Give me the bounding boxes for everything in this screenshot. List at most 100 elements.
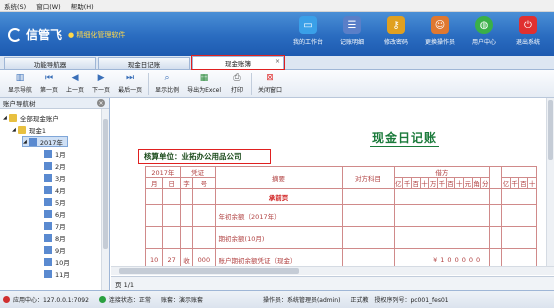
export-excel-button[interactable]: ▦ 导出为Excel — [183, 70, 225, 97]
tree-month-label: 7月 — [55, 222, 66, 231]
exit-system-button[interactable]: ⏻ 退出系统 — [506, 14, 550, 46]
tree-month-label: 10月 — [55, 258, 70, 267]
digit-header: 百 — [518, 177, 529, 189]
cell-credit — [501, 188, 537, 205]
prev-page-icon: ◀ — [71, 73, 79, 83]
tab-function-navigator[interactable]: 功能导航器 — [4, 57, 96, 69]
tree-month[interactable]: 4月 — [44, 184, 66, 195]
tree-account[interactable]: ◢ 现金1 — [12, 124, 46, 135]
change-password-button[interactable]: ⚷ 修改密码 — [374, 14, 418, 46]
excel-icon: ▦ — [199, 73, 209, 83]
menu-system[interactable]: 系统(S) — [4, 1, 26, 11]
status-operator: 操作员：系统管理员(admin) — [263, 295, 340, 304]
brand-logo: 信管飞 ● 精细化管理软件 — [8, 26, 125, 43]
tab-cash-ledger[interactable]: 现金账簿 × — [191, 55, 285, 70]
report-vscrollbar[interactable] — [546, 98, 554, 266]
next-page-button[interactable]: ▶ 下一页 — [88, 70, 114, 97]
prev-page-button[interactable]: ◀ 上一页 — [62, 70, 88, 97]
tree-month[interactable]: 3月 — [44, 172, 66, 183]
tree-month-label: 9月 — [55, 246, 66, 255]
expand-icon: ◢ — [23, 138, 27, 145]
book-text: 账套：演示账套 — [160, 297, 203, 304]
last-page-icon: ⏭ — [126, 73, 135, 83]
tree-month[interactable]: 2月 — [44, 160, 66, 171]
digit-header: 角 — [471, 177, 482, 189]
tree-month[interactable]: 9月 — [44, 244, 66, 255]
switch-operator-button[interactable]: ☺ 更换操作员 — [418, 14, 462, 46]
cell-day — [162, 226, 181, 249]
account-navigator: 账户导航树 × ◢ 全部现金账户 ◢ 现金1 ◢ 2017年 1月 2月 3月 — [0, 98, 110, 290]
cell-amount — [393, 226, 491, 249]
cell-credit — [501, 204, 537, 227]
app-center-icon — [3, 296, 10, 303]
tree-year-label: 2017年 — [39, 138, 63, 147]
calendar-icon — [44, 245, 52, 254]
digit-header: 十 — [527, 177, 537, 189]
export-excel-label: 导出为Excel — [187, 87, 221, 94]
tab-label: 功能导航器 — [33, 60, 67, 69]
tree-month[interactable]: 7月 — [44, 220, 66, 231]
cell-day — [162, 204, 181, 227]
tree-month[interactable]: 8月 — [44, 232, 66, 243]
menu-help[interactable]: 帮助(H) — [71, 1, 94, 11]
tree-month[interactable]: 6月 — [44, 208, 66, 219]
table-row: 承前页 — [144, 188, 537, 205]
tree-year[interactable]: ◢ 2017年 — [22, 136, 68, 147]
ledger-detail-button[interactable]: ☰ 记账明细 — [330, 14, 374, 46]
zoom-button[interactable]: ⌕ 显示比例 — [151, 70, 183, 97]
header-day: 日 — [162, 177, 181, 189]
change-password-label: 修改密码 — [383, 39, 408, 46]
calendar-icon — [44, 209, 52, 218]
tree-month-label: 11月 — [55, 270, 70, 279]
cell-subject — [341, 226, 395, 249]
close-icon[interactable]: × — [97, 99, 105, 107]
tree-root-label: 全部现金账户 — [19, 114, 59, 123]
power-icon: ⏻ — [519, 16, 537, 34]
close-icon[interactable]: × — [275, 58, 280, 65]
digit-header: 亿 — [393, 177, 404, 189]
sidebar-scrollbar[interactable] — [101, 109, 109, 290]
tree-month[interactable]: 5月 — [44, 196, 66, 207]
close-window-button[interactable]: ⊠ 关闭窗口 — [254, 70, 286, 97]
scroll-thumb[interactable] — [119, 268, 299, 274]
user-center-button[interactable]: ◍ 用户中心 — [462, 14, 506, 46]
report-hscrollbar[interactable] — [111, 266, 554, 275]
tree-root[interactable]: ◢ 全部现金账户 — [3, 112, 59, 123]
scroll-thumb[interactable] — [548, 100, 553, 160]
first-page-button[interactable]: ⏮ 第一页 — [36, 70, 62, 97]
cell-subject — [341, 188, 395, 205]
status-bar: 应用中心：127.0.0.1:7092 连接状态：正常 账套：演示账套 操作员：… — [0, 290, 554, 308]
expand-icon: ◢ — [12, 126, 16, 133]
tree-month[interactable]: 1月 — [44, 148, 66, 159]
show-nav-button[interactable]: ▥ 显示导航 — [4, 70, 36, 97]
print-button[interactable]: ⎙ 打印 — [225, 70, 249, 97]
scroll-thumb[interactable] — [103, 119, 108, 249]
next-page-label: 下一页 — [92, 87, 111, 94]
tree-month-label: 1月 — [55, 150, 66, 159]
tree-month[interactable]: 10月 — [44, 256, 70, 267]
close-window-icon: ⊠ — [266, 73, 274, 83]
menu-window[interactable]: 窗口(W) — [36, 1, 61, 11]
tree-month[interactable]: 11月 — [44, 268, 70, 279]
tree-month-label: 3月 — [55, 174, 66, 183]
cell-summary: 期初余额(10月) — [214, 226, 343, 249]
expand-icon: ◢ — [3, 114, 7, 121]
table-row: 期初余额(10月) — [144, 226, 537, 249]
last-page-button[interactable]: ⏭ 最后一页 — [114, 70, 146, 97]
header-voucher: 凭证 — [179, 166, 216, 178]
page-indicator: 页 1/1 — [111, 276, 554, 290]
header-year: 2017年 — [145, 166, 181, 178]
workbench-button[interactable]: ▭ 我的工作台 — [286, 14, 330, 46]
toolbar-divider — [251, 73, 252, 95]
calendar-icon — [28, 137, 37, 146]
status-serial: 授权序列号：pc001_fes01 — [374, 295, 448, 304]
app-center-text: 应用中心：127.0.0.1:7092 — [13, 297, 89, 304]
page-number: 页 1/1 — [115, 280, 135, 289]
navigator-title: 账户导航树 — [3, 100, 36, 108]
tab-cash-journal[interactable]: 现金日记账 — [98, 57, 190, 69]
digit-header: 十 — [419, 177, 430, 189]
digit-header: 百 — [445, 177, 456, 189]
header-tools: ▭ 我的工作台 ☰ 记账明细 ⚷ 修改密码 ☺ 更换操作员 ◍ 用户中心 ⏻ 退… — [286, 14, 550, 46]
folder-icon — [8, 113, 17, 122]
calendar-icon — [44, 149, 52, 158]
